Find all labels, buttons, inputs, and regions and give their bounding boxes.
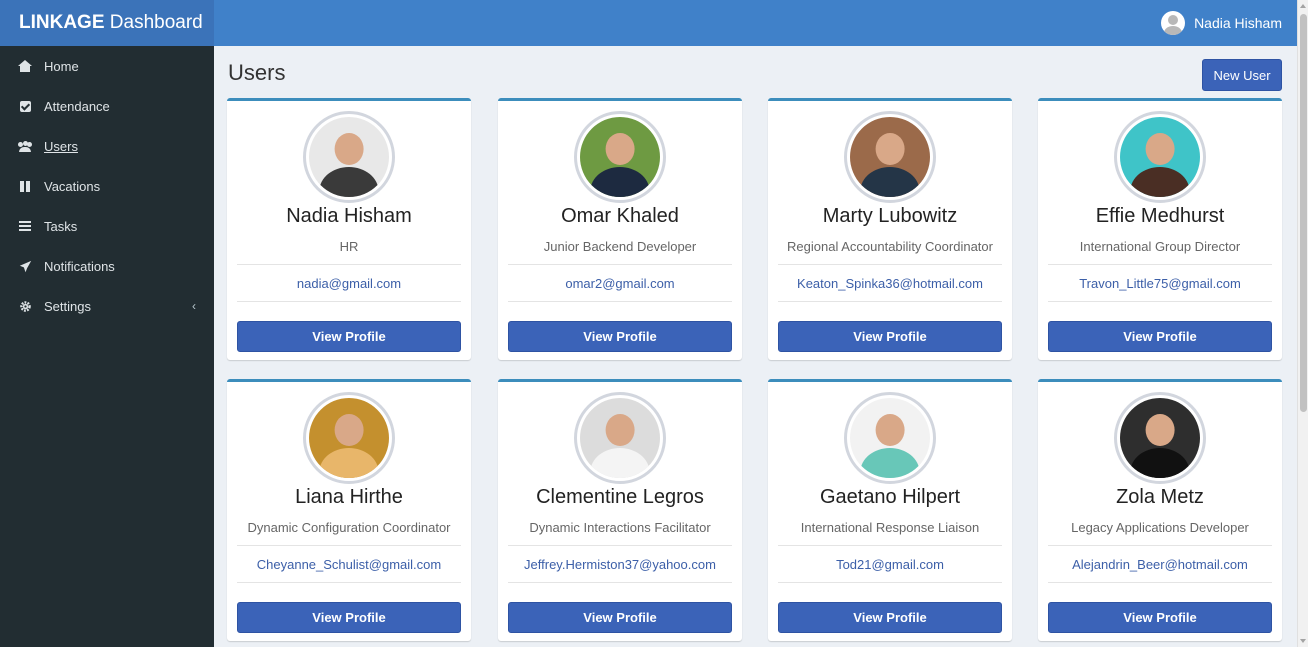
user-email-link[interactable]: Travon_Little75@gmail.com bbox=[1079, 276, 1241, 291]
pause-icon bbox=[18, 179, 32, 193]
user-email-row: Cheyanne_Schulist@gmail.com bbox=[237, 545, 461, 583]
sidebar-item-label: Notifications bbox=[44, 258, 115, 274]
user-name: Zola Metz bbox=[1116, 486, 1204, 508]
home-icon bbox=[18, 59, 32, 73]
scroll-up-arrow-icon[interactable] bbox=[1300, 4, 1306, 8]
user-menu[interactable]: Nadia Hisham bbox=[1161, 11, 1282, 35]
user-role: Regional Accountability Coordinator bbox=[787, 239, 993, 254]
tasks-icon bbox=[18, 219, 32, 233]
main-content: Users New User Nadia Hisham HR nadia@gma… bbox=[214, 46, 1297, 647]
user-card: Gaetano Hilpert International Response L… bbox=[768, 379, 1012, 641]
user-email-row: Alejandrin_Beer@hotmail.com bbox=[1048, 545, 1272, 583]
sidebar: Home Attendance Users Vacations Tasks No… bbox=[0, 46, 214, 647]
user-name: Effie Medhurst bbox=[1095, 205, 1225, 227]
sidebar-item-label: Attendance bbox=[44, 98, 110, 114]
user-email-link[interactable]: Keaton_Spinka36@hotmail.com bbox=[797, 276, 983, 291]
brand-bold: LINKAGE bbox=[19, 12, 105, 33]
top-navbar: Nadia Hisham bbox=[214, 0, 1297, 46]
user-name: Gaetano Hilpert bbox=[819, 486, 961, 508]
user-email-link[interactable]: Alejandrin_Beer@hotmail.com bbox=[1072, 557, 1248, 572]
chevron-left-icon: ‹ bbox=[192, 299, 196, 313]
user-menu-name: Nadia Hisham bbox=[1194, 15, 1282, 31]
sidebar-item-vacations[interactable]: Vacations bbox=[0, 166, 214, 206]
user-card: Marty Lubowitz Regional Accountability C… bbox=[768, 98, 1012, 360]
sidebar-item-home[interactable]: Home bbox=[0, 46, 214, 86]
user-role: Dynamic Configuration Coordinator bbox=[247, 520, 451, 535]
user-email-row: Tod21@gmail.com bbox=[778, 545, 1002, 583]
user-photo bbox=[1114, 392, 1206, 484]
gear-icon bbox=[18, 299, 32, 313]
user-email-row: nadia@gmail.com bbox=[237, 264, 461, 302]
users-icon bbox=[18, 139, 32, 153]
sidebar-item-settings[interactable]: Settings ‹ bbox=[0, 286, 214, 326]
user-name: Omar Khaled bbox=[561, 205, 679, 227]
sidebar-item-users[interactable]: Users bbox=[0, 126, 214, 166]
sidebar-item-notifications[interactable]: Notifications bbox=[0, 246, 214, 286]
user-card: Omar Khaled Junior Backend Developer oma… bbox=[498, 98, 742, 360]
view-profile-button[interactable]: View Profile bbox=[237, 602, 461, 633]
user-role: International Response Liaison bbox=[800, 520, 980, 535]
user-email-link[interactable]: omar2@gmail.com bbox=[565, 276, 674, 291]
check-square-icon bbox=[18, 99, 32, 113]
view-profile-button[interactable]: View Profile bbox=[1048, 321, 1272, 352]
new-user-button[interactable]: New User bbox=[1202, 59, 1282, 91]
user-name: Nadia Hisham bbox=[286, 205, 412, 227]
user-card: Liana Hirthe Dynamic Configuration Coord… bbox=[227, 379, 471, 641]
user-photo bbox=[844, 392, 936, 484]
user-card: Clementine Legros Dynamic Interactions F… bbox=[498, 379, 742, 641]
user-role: Junior Backend Developer bbox=[543, 239, 697, 254]
paper-plane-icon bbox=[18, 259, 32, 273]
sidebar-item-label: Home bbox=[44, 58, 79, 74]
user-email-link[interactable]: nadia@gmail.com bbox=[297, 276, 401, 291]
user-role: International Group Director bbox=[1079, 239, 1241, 254]
user-photo bbox=[1114, 111, 1206, 203]
scrollbar-thumb[interactable] bbox=[1300, 14, 1307, 412]
user-photo bbox=[574, 392, 666, 484]
sidebar-item-tasks[interactable]: Tasks bbox=[0, 206, 214, 246]
user-role: Legacy Applications Developer bbox=[1071, 520, 1249, 535]
sidebar-item-label: Vacations bbox=[44, 178, 101, 194]
user-email-row: Jeffrey.Hermiston37@yahoo.com bbox=[508, 545, 732, 583]
sidebar-item-label: Settings bbox=[44, 298, 91, 314]
view-profile-button[interactable]: View Profile bbox=[508, 321, 732, 352]
user-email-link[interactable]: Tod21@gmail.com bbox=[836, 557, 944, 572]
user-name: Marty Lubowitz bbox=[822, 205, 958, 227]
user-card: Zola Metz Legacy Applications Developer … bbox=[1038, 379, 1282, 641]
view-profile-button[interactable]: View Profile bbox=[237, 321, 461, 352]
page-title: Users bbox=[228, 60, 286, 85]
user-role: HR bbox=[339, 239, 359, 254]
user-photo bbox=[844, 111, 936, 203]
user-avatar-icon bbox=[1161, 11, 1186, 35]
sidebar-item-label: Users bbox=[44, 138, 78, 154]
user-email-row: Keaton_Spinka36@hotmail.com bbox=[778, 264, 1002, 302]
user-card: Nadia Hisham HR nadia@gmail.com View Pro… bbox=[227, 98, 471, 360]
brand-rest: Dashboard bbox=[104, 12, 203, 33]
user-name: Liana Hirthe bbox=[295, 486, 403, 508]
user-photo bbox=[574, 111, 666, 203]
user-email-row: Travon_Little75@gmail.com bbox=[1048, 264, 1272, 302]
user-email-link[interactable]: Jeffrey.Hermiston37@yahoo.com bbox=[524, 557, 716, 572]
page-scrollbar[interactable] bbox=[1297, 0, 1308, 647]
user-card: Effie Medhurst International Group Direc… bbox=[1038, 98, 1282, 360]
user-name: Clementine Legros bbox=[536, 486, 704, 508]
view-profile-button[interactable]: View Profile bbox=[1048, 602, 1272, 633]
sidebar-item-attendance[interactable]: Attendance bbox=[0, 86, 214, 126]
user-role: Dynamic Interactions Facilitator bbox=[529, 520, 711, 535]
view-profile-button[interactable]: View Profile bbox=[778, 321, 1002, 352]
view-profile-button[interactable]: View Profile bbox=[508, 602, 732, 633]
view-profile-button[interactable]: View Profile bbox=[778, 602, 1002, 633]
user-photo bbox=[303, 392, 395, 484]
brand-logo[interactable]: LINKAGE Dashboard bbox=[0, 0, 214, 46]
user-photo bbox=[303, 111, 395, 203]
sidebar-item-label: Tasks bbox=[44, 218, 78, 234]
user-email-link[interactable]: Cheyanne_Schulist@gmail.com bbox=[257, 557, 441, 572]
user-email-row: omar2@gmail.com bbox=[508, 264, 732, 302]
scroll-down-arrow-icon[interactable] bbox=[1300, 639, 1306, 643]
